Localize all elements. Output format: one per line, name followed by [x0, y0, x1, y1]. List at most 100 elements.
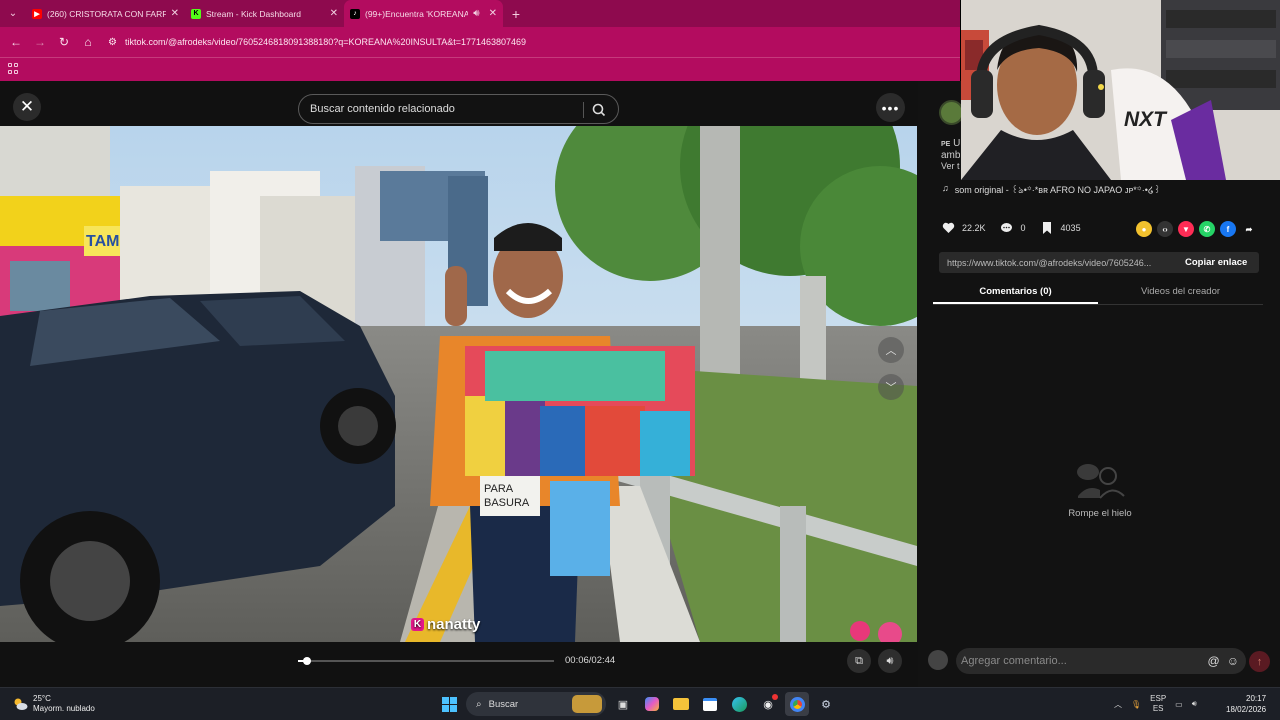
share-link-text[interactable]: https://www.tiktok.com/@afrodeks/video/7… — [947, 258, 1173, 268]
system-tray: ︿ 🎙︎ ESP ES ▭ 🔊︎ — [1114, 694, 1197, 714]
volume-button[interactable]: 🔊︎ — [878, 649, 902, 673]
volume-icon[interactable]: 🔊︎ — [1192, 699, 1197, 709]
comment-composer: Agregar comentario... @ ☺ ↑ — [926, 647, 1274, 675]
video-description: PE U amb Ver t — [941, 138, 960, 172]
chevron-up-icon[interactable]: ︿ — [1114, 699, 1122, 710]
address-bar[interactable]: ⚙︎ tiktok.com/@afrodeks/video/7605246818… — [108, 37, 526, 48]
empty-comments-text: Rompe el hielo — [1068, 508, 1132, 519]
new-tab-button[interactable]: + — [503, 0, 529, 27]
tiktok-icon: ♪ — [350, 8, 360, 19]
previous-video-button[interactable]: ︿ — [878, 337, 904, 363]
desc-line: U — [953, 138, 961, 149]
task-view-icon[interactable]: ▣ — [611, 692, 635, 716]
mention-icon[interactable]: @ — [1208, 654, 1220, 668]
microsoft-store-icon[interactable] — [698, 692, 722, 716]
close-tab-icon[interactable]: ✕ — [330, 8, 338, 19]
tab-tiktok[interactable]: ♪ (99+)Encuentra 'KOREANA INSULTA' 🔊︎ ✕ — [344, 0, 503, 27]
apps-grid-icon[interactable] — [8, 63, 19, 74]
close-tab-icon[interactable]: ✕ — [489, 8, 497, 19]
steam-icon[interactable]: ⚙︎ — [814, 692, 838, 716]
lang-code: ESP — [1150, 694, 1167, 703]
tab-creator-videos[interactable]: Videos del creador — [1098, 281, 1263, 304]
discord-icon[interactable]: ◉ — [756, 692, 780, 716]
taskbar-search-label: Buscar — [488, 698, 519, 710]
edge-icon[interactable] — [727, 692, 751, 716]
speaker-icon[interactable]: 🔊︎ — [473, 8, 479, 19]
windows-start-icon[interactable] — [437, 692, 461, 716]
tab-search-button[interactable]: ⌄ — [0, 0, 26, 27]
file-explorer-icon[interactable] — [669, 692, 693, 716]
weather-widget[interactable]: 25°C Mayorm. nublado — [12, 694, 95, 714]
chevron-down-icon: ﹀ — [885, 382, 897, 394]
browser-tab-strip: ⌄ ▶ (260) CRISTORATA CON FARFAN ✕ K Stre… — [0, 0, 960, 27]
language-indicator[interactable]: ESP ES — [1150, 694, 1166, 714]
comment-bubble-icon — [1000, 221, 1014, 235]
site-settings-icon[interactable]: ⚙︎ — [108, 37, 117, 48]
copy-link-button[interactable]: Copiar enlace — [1185, 257, 1247, 268]
kick-logo-icon: K — [411, 618, 424, 631]
picture-in-picture-button[interactable]: ⧉ — [847, 649, 871, 673]
chair-logo: NXT — [1124, 108, 1168, 131]
emoji-icon[interactable]: ☺ — [1227, 654, 1239, 668]
music-note-icon: ♫ — [942, 183, 949, 193]
svg-text:PARA: PARA — [484, 483, 514, 495]
close-icon: ✕ — [19, 97, 35, 116]
copilot-icon[interactable] — [640, 692, 664, 716]
search-icon[interactable] — [591, 102, 607, 118]
progress-bar[interactable] — [298, 657, 554, 665]
comment-input[interactable]: Agregar comentario... @ ☺ — [956, 648, 1246, 674]
music-row[interactable]: ♫ som original - ꒰ঌ•꙳·*ʙʀ AFRO NO JAPAO … — [942, 183, 1161, 198]
microphone-icon[interactable]: 🎙︎ — [1131, 700, 1141, 709]
taskbar-search[interactable]: ⌕ Buscar — [466, 692, 606, 716]
send-icon[interactable]: ▼ — [1178, 221, 1194, 237]
close-video-button[interactable]: ✕ — [13, 93, 41, 121]
comment-placeholder: Agregar comentario... — [961, 655, 1067, 667]
like-button[interactable]: 22.2K — [941, 221, 986, 235]
chrome-icon[interactable] — [785, 692, 809, 716]
network-icon[interactable]: ▭ — [1175, 700, 1183, 709]
chevron-up-icon: ︿ — [885, 345, 897, 357]
system-clock[interactable]: 20:17 18/02/2026 — [1226, 693, 1266, 715]
video-frame[interactable]: TAMB PARA BASURA — [0, 126, 917, 642]
desc-line: amb — [941, 150, 961, 161]
facebook-icon[interactable]: f — [1220, 221, 1236, 237]
taskbar-apps: ⌕ Buscar ▣ ◉ ⚙︎ — [437, 692, 838, 716]
related-search-input[interactable]: Buscar contenido relacionado — [298, 94, 619, 124]
search-icon: ⌕ — [476, 698, 482, 710]
back-arrow-icon[interactable]: ← — [4, 30, 28, 54]
tab-comments[interactable]: Comentarios (0) — [933, 281, 1098, 304]
save-count: 4035 — [1060, 223, 1081, 233]
close-tab-icon[interactable]: ✕ — [171, 8, 179, 19]
forward-arrow-icon[interactable]: → — [28, 30, 52, 54]
embed-icon[interactable]: ‹› — [1157, 221, 1173, 237]
share-link-box: https://www.tiktok.com/@afrodeks/video/7… — [939, 252, 1259, 273]
next-video-button[interactable]: ﹀ — [878, 374, 904, 400]
see-more-link[interactable]: Ver t — [941, 161, 960, 172]
clock-time: 20:17 — [1246, 694, 1267, 703]
url-text: tiktok.com/@afrodeks/video/7605246818091… — [124, 37, 527, 47]
more-options-button[interactable]: ••• — [876, 93, 905, 122]
search-highlight-icon — [572, 695, 602, 713]
tab-youtube[interactable]: ▶ (260) CRISTORATA CON FARFAN ✕ — [26, 0, 185, 27]
kick-icon: K — [191, 8, 201, 19]
browser-toolbar: ← → ↻ ⌂ ⚙︎ tiktok.com/@afrodeks/video/76… — [0, 27, 960, 57]
post-comment-button[interactable]: ↑ — [1249, 651, 1270, 672]
video-watermark: Knanatty — [411, 616, 480, 633]
coin-icon[interactable]: ● — [1136, 221, 1152, 237]
lang-layout: ES — [1152, 704, 1164, 713]
tab-kick[interactable]: K Stream - Kick Dashboard ✕ — [185, 0, 344, 27]
tab-title: (260) CRISTORATA CON FARFAN — [47, 8, 166, 19]
home-icon[interactable]: ⌂ — [76, 30, 100, 54]
share-arrow-icon[interactable]: ➦ — [1241, 221, 1257, 237]
heart-icon — [941, 221, 955, 235]
whatsapp-icon[interactable]: ✆ — [1199, 221, 1215, 237]
search-placeholder: Buscar contenido relacionado — [310, 103, 455, 115]
save-button[interactable]: 4035 — [1040, 221, 1081, 235]
webcam-overlay: NXT — [961, 0, 1280, 180]
comment-button[interactable]: 0 — [1000, 221, 1026, 235]
clock-date: 18/02/2026 — [1226, 705, 1267, 714]
reload-icon[interactable]: ↻ — [52, 30, 76, 54]
tab-title: (99+)Encuentra 'KOREANA INSULTA' — [365, 8, 469, 19]
weather-condition: Mayorm. nublado — [33, 704, 95, 713]
speaker-icon: 🔊︎ — [886, 654, 894, 667]
